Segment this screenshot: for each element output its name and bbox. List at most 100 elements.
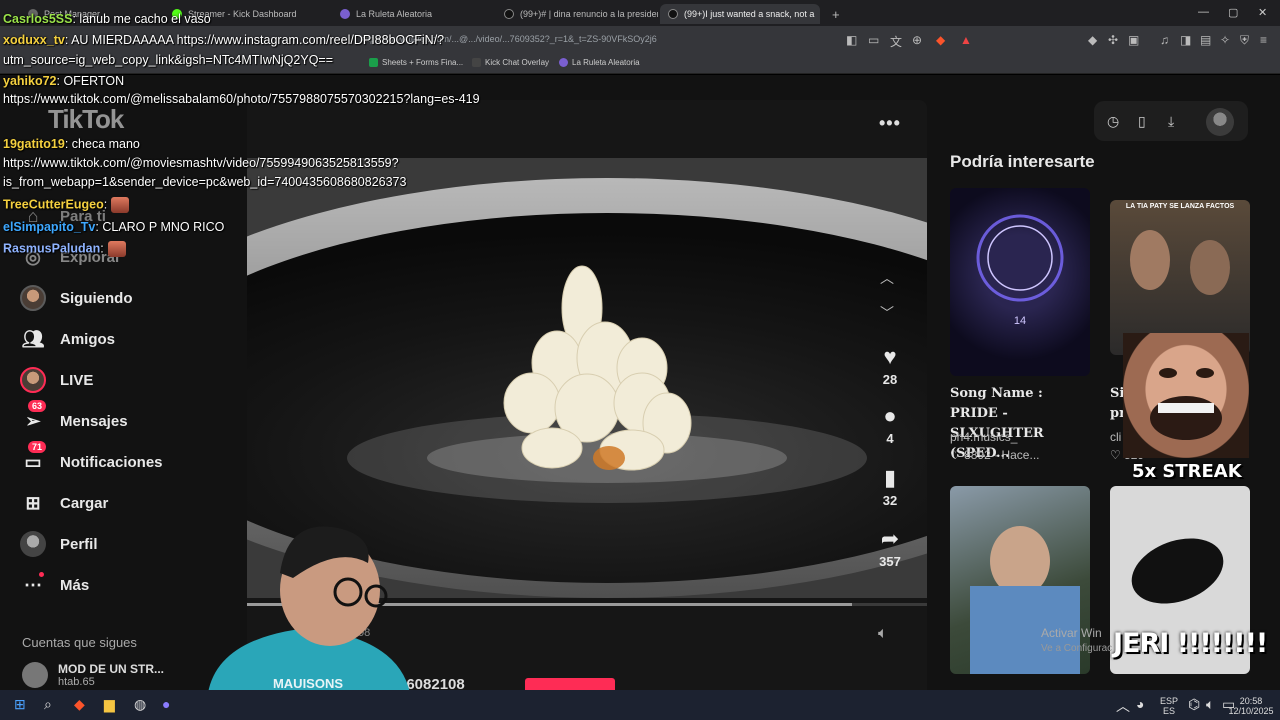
puzzle-icon[interactable]: ✣ (1108, 33, 1118, 47)
music-icon[interactable]: ♫ (1160, 33, 1169, 47)
sidebar-item-cargar[interactable]: ⊞ Cargar (20, 488, 108, 518)
chat-username: TreeCutterEugeo (3, 197, 104, 212)
search-icon[interactable]: ⌕ (44, 696, 52, 713)
sidebar-item-mas[interactable]: ⋯ Más (20, 570, 89, 600)
app-tray-icon[interactable]: ◕ (1136, 696, 1144, 712)
card-author[interactable]: ph4.musics_ (950, 430, 1017, 444)
chat-text: : lanub me cacho el vaso (72, 12, 211, 26)
network-icon[interactable]: ⌬ (1188, 696, 1200, 713)
save-button[interactable]: ▮ 32 (872, 465, 908, 509)
reader-icon[interactable]: ◧ (846, 33, 857, 47)
chat-message: Casrlos5SS: lanub me cacho el vaso (3, 12, 211, 26)
ai-icon[interactable]: ✧ (1220, 33, 1230, 47)
following-account[interactable]: MOD DE UN STR... htab.65 (22, 662, 164, 688)
ruleta-icon (340, 9, 350, 19)
more-options-icon[interactable]: ••• (879, 113, 901, 134)
translate-icon[interactable]: 文 (890, 33, 902, 50)
streamer-webcam: MAUISONS (188, 518, 428, 693)
chat-username: 19gatito19 (3, 137, 65, 151)
start-icon[interactable]: ⊞ (14, 696, 26, 713)
share-button[interactable]: ➦ 357 (872, 528, 908, 570)
chat-message: is_from_webapp=1&sender_device=pc&web_id… (3, 175, 406, 189)
chat-username: RasmusPaludan (3, 241, 101, 256)
avatar (22, 662, 48, 688)
sidebar-item-live[interactable]: LIVE (20, 365, 93, 395)
bookmark-icon: ▮ (883, 465, 897, 490)
chat-text: https://www.tiktok.com/@melissabalam60/p… (3, 92, 480, 106)
recommended-video-card[interactable]: 14 (950, 188, 1090, 376)
chat-emote-icon (111, 197, 130, 213)
card-author[interactable]: cli (1110, 430, 1121, 444)
next-video-icon[interactable]: ﹀ (880, 303, 894, 323)
screen-icon[interactable]: ▭ (868, 33, 879, 47)
new-tab-button[interactable]: + (824, 4, 844, 24)
coins-icon[interactable]: ◷ (1107, 113, 1119, 130)
menu-icon[interactable]: ≡ (1260, 33, 1267, 47)
brave-icon[interactable]: ◆ (74, 696, 85, 713)
sidebar-toggle-icon[interactable]: ◨ (1180, 33, 1191, 47)
chat-emote-icon (107, 241, 126, 257)
tray-chevron-icon[interactable]: ︿ (1116, 696, 1130, 716)
tab-tiktok-snack[interactable]: (99+)I just wanted a snack, not a✕ (660, 4, 820, 24)
vpn-icon[interactable]: ⛨ (1240, 33, 1249, 48)
tiktok-logo[interactable]: TikTok (48, 104, 124, 135)
comment-button[interactable]: ● 4 (872, 403, 908, 447)
sidebar-item-siguiendo[interactable]: Siguiendo (20, 283, 133, 313)
notifications-badge: 71 (28, 441, 47, 453)
maximize-icon[interactable]: ▢ (1228, 6, 1238, 19)
folder-icon[interactable]: ▆ (104, 696, 115, 713)
user-avatar[interactable] (1206, 108, 1234, 136)
sidebar-item-notificaciones[interactable]: ▭ 71 Notificaciones (20, 441, 163, 477)
sidebar-item-perfil[interactable]: Perfil (20, 529, 98, 559)
message-icon: ➢ 63 (20, 400, 47, 434)
like-button[interactable]: ♥ 28 (872, 346, 908, 388)
tab-ruleta[interactable]: La Ruleta Aleatoria (332, 4, 492, 24)
sidebar-item-mensajes[interactable]: ➢ 63 Mensajes (20, 400, 128, 436)
speaker-icon[interactable]: 🔈︎ (1206, 696, 1214, 713)
brave-shield-icon[interactable]: ◆ (936, 33, 945, 47)
wallet-icon[interactable]: ▣ (1128, 33, 1139, 47)
chat-message: 19gatito19: checa mano (3, 137, 140, 151)
bookmark-kick-chat[interactable]: Kick Chat Overlay (472, 58, 549, 67)
emote-overlay (1123, 333, 1249, 458)
chat-text: : AU MIERDAAAAA https://www.instagram.co… (64, 33, 445, 47)
volume-icon[interactable]: 🔈︎ (878, 625, 888, 643)
discord-icon[interactable]: ● (162, 696, 170, 712)
chat-text: https://www.tiktok.com/@moviesmashtv/vid… (3, 156, 399, 170)
recommendations-title: Podría interesarte (950, 152, 1095, 171)
zoom-icon[interactable]: ⊕ (912, 33, 922, 47)
chat-text: : OFERTON (56, 74, 125, 88)
chat-message: yahiko72: OFERTON (3, 74, 124, 88)
chat-text: : checa mano (64, 137, 140, 151)
minimize-icon[interactable]: — (1198, 6, 1209, 18)
download-icon[interactable]: ⤓ (1168, 113, 1174, 130)
extension-icon[interactable]: ◆ (1088, 33, 1097, 47)
keyboard-language[interactable]: ESP ES (1160, 696, 1178, 716)
chat-message: RasmusPaludan: (3, 241, 126, 257)
previous-video-icon[interactable]: ︿ (880, 268, 894, 288)
kick-icon (472, 58, 481, 67)
clock[interactable]: 20:58 12/10/2025 (1226, 696, 1276, 716)
svg-text:MAUISONS: MAUISONS (273, 676, 343, 691)
chat-text: : (103, 197, 108, 212)
chat-username: elSimpapito_Tv (3, 220, 96, 234)
heart-outline-icon: ♡ (1110, 448, 1125, 462)
bookmark-ruleta[interactable]: La Ruleta Aleatoria (559, 58, 640, 67)
chat-message: TreeCutterEugeo: (3, 197, 130, 213)
chat-username: xoduxx_tv (3, 33, 65, 47)
bookmark-sheets[interactable]: Sheets + Forms Fina... (369, 58, 463, 67)
chat-text: : (100, 241, 104, 256)
following-section-title: Cuentas que sigues (22, 635, 137, 650)
activate-windows-subtext: Ve a Configurac (1041, 643, 1113, 654)
device-icon[interactable]: ▯ (1138, 113, 1146, 130)
app-icon[interactable]: ◍ (134, 696, 146, 713)
close-window-icon[interactable]: ✕ (1258, 6, 1267, 19)
tab-tiktok-dina[interactable]: (99+)# | dina renuncio a la presidenc (496, 4, 658, 24)
recommended-video-card[interactable]: LA TIA PATY SE LANZA FACTOS (1110, 200, 1250, 355)
jeri-overlay: JERI !!!!!!!! (1113, 628, 1268, 659)
rewards-icon[interactable]: ▲ (960, 33, 972, 47)
comment-icon: ● (883, 403, 897, 428)
sidebar-item-amigos[interactable]: 👥︎ Amigos (20, 324, 115, 354)
wallet2-icon[interactable]: ▤ (1200, 33, 1211, 47)
messages-badge: 63 (28, 400, 47, 412)
